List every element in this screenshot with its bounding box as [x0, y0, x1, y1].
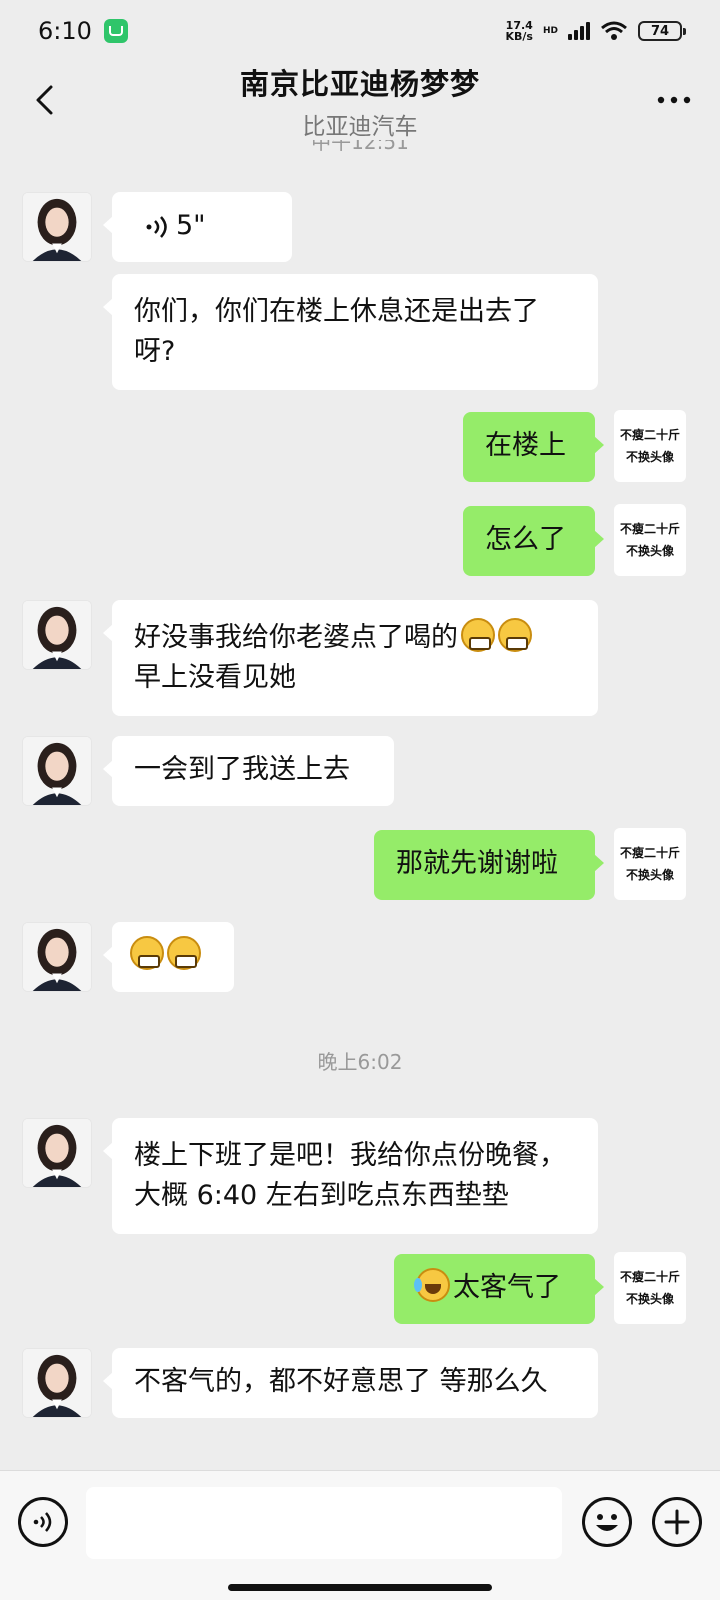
- message-text: 不客气的，都不好意思了 等那么久: [134, 1366, 548, 1397]
- my-message-bubble[interactable]: 那就先谢谢啦: [374, 830, 604, 900]
- my-avatar[interactable]: 不瘦二十斤 不换头像: [614, 410, 686, 482]
- chat-subtitle: 比亚迪汽车: [302, 114, 418, 140]
- chevron-left-icon: [36, 85, 53, 115]
- chat-area[interactable]: 中午12:51 5" 你们，你们在楼上休息还是出去了呀? 在楼上 不瘦二十斤 不…: [0, 140, 720, 1470]
- contact-avatar[interactable]: [22, 1118, 92, 1188]
- contact-photo: [23, 601, 91, 669]
- my-avatar-line: 不换头像: [625, 450, 674, 464]
- message-text: 怎么了: [485, 524, 566, 555]
- my-avatar-line: 不换头像: [625, 868, 674, 882]
- voice-message[interactable]: 5": [103, 192, 292, 262]
- cry-laugh-emoji: [414, 1268, 450, 1302]
- my-avatar-line: 不瘦二十斤: [619, 428, 680, 442]
- battery-indicator: 74: [638, 21, 686, 41]
- chat-title: 南京比亚迪杨梦梦: [239, 67, 480, 101]
- my-avatar-line: 不瘦二十斤: [619, 522, 680, 536]
- message-text-line2: 大概 6:40 左右到吃点东西垫垫: [134, 1180, 509, 1211]
- network-speed: 17.4 KB/s: [506, 20, 533, 42]
- battery-level: 74: [650, 23, 670, 39]
- time-label: 晚上6:02: [317, 1050, 403, 1074]
- more-functions-button[interactable]: [652, 1497, 702, 1547]
- message-bubble[interactable]: 楼上下班了是吧！我给你点份晚餐， 大概 6:40 左右到吃点东西垫垫: [103, 1118, 598, 1234]
- message-text: 好没事我给你老婆点了喝的: [134, 622, 458, 653]
- contact-avatar[interactable]: [22, 736, 92, 806]
- plus-icon: [664, 1509, 690, 1535]
- my-message-bubble[interactable]: 在楼上: [463, 412, 604, 482]
- network-speed-unit: KB/s: [505, 30, 533, 43]
- contact-avatar[interactable]: [22, 600, 92, 670]
- contact-avatar[interactable]: [22, 1348, 92, 1418]
- voice-wave-icon: [146, 216, 167, 238]
- grin-emoji: [167, 936, 201, 970]
- message-bubble[interactable]: 你们，你们在楼上休息还是出去了呀?: [103, 274, 598, 390]
- my-avatar-line: 不换头像: [625, 1292, 674, 1306]
- more-icon: [657, 96, 691, 104]
- status-indicators: 17.4 KB/s HD 74: [506, 20, 686, 42]
- contact-photo: [23, 923, 91, 991]
- my-avatar-line: 不瘦二十斤: [619, 846, 680, 860]
- app-notification-icon: [103, 19, 128, 43]
- status-bar: 6:10 17.4 KB/s HD 74: [0, 0, 720, 62]
- back-button[interactable]: [26, 78, 62, 122]
- emoji-message[interactable]: [103, 922, 234, 992]
- signal-icon: [568, 22, 590, 40]
- my-avatar-line: 不瘦二十斤: [619, 1270, 680, 1284]
- my-message-bubble[interactable]: 怎么了: [463, 506, 604, 576]
- message-text: 你们，你们在楼上休息还是出去了呀?: [134, 296, 539, 367]
- voice-icon: [33, 1512, 52, 1532]
- message-text: 在楼上: [485, 430, 566, 461]
- contact-photo: [23, 737, 91, 805]
- my-avatar[interactable]: 不瘦二十斤 不换头像: [614, 828, 686, 900]
- voice-input-button[interactable]: [18, 1497, 68, 1547]
- message-text: 太客气了: [453, 1272, 561, 1303]
- grin-emoji: [498, 618, 532, 652]
- smiley-icon: [596, 1514, 618, 1531]
- contact-avatar[interactable]: [22, 192, 92, 262]
- my-message-bubble[interactable]: 太客气了: [394, 1254, 604, 1324]
- message-text-line2: 早上没看见她: [134, 662, 296, 693]
- grin-emoji: [461, 618, 495, 652]
- contact-photo: [23, 193, 91, 261]
- contact-photo: [23, 1349, 91, 1417]
- my-avatar[interactable]: 不瘦二十斤 不换头像: [614, 1252, 686, 1324]
- hd-tag: HD: [542, 26, 558, 36]
- grin-emoji: [130, 936, 164, 970]
- message-bubble[interactable]: 不客气的，都不好意思了 等那么久: [103, 1348, 598, 1418]
- time-label: 中午12:51: [311, 140, 409, 154]
- wifi-icon: [601, 21, 627, 40]
- message-bubble[interactable]: 好没事我给你老婆点了喝的 早上没看见她: [103, 600, 598, 716]
- home-indicator[interactable]: [228, 1584, 492, 1591]
- message-text: 一会到了我送上去: [134, 754, 350, 785]
- voice-duration: 5": [176, 210, 206, 241]
- message-bubble[interactable]: 一会到了我送上去: [103, 736, 394, 806]
- message-input[interactable]: [86, 1487, 562, 1559]
- status-time: 6:10: [38, 17, 92, 45]
- emoji-button[interactable]: [582, 1497, 632, 1547]
- contact-avatar[interactable]: [22, 922, 92, 992]
- my-avatar-line: 不换头像: [625, 544, 674, 558]
- message-text: 那就先谢谢啦: [396, 848, 558, 879]
- input-bar: [0, 1470, 720, 1600]
- my-avatar[interactable]: 不瘦二十斤 不换头像: [614, 504, 686, 576]
- contact-photo: [23, 1119, 91, 1187]
- more-options-button[interactable]: [652, 78, 696, 122]
- message-text: 楼上下班了是吧！我给你点份晚餐，: [134, 1140, 566, 1171]
- chat-header: 南京比亚迪杨梦梦 比亚迪汽车: [0, 62, 720, 140]
